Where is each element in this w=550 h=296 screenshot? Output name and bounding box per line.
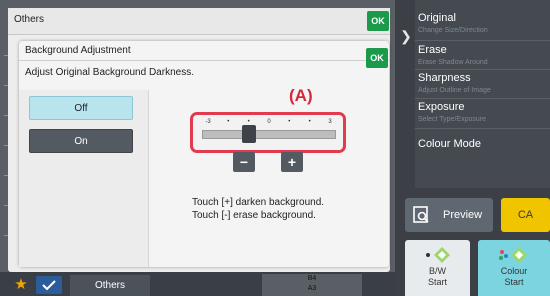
menu-item-subtitle: Adjust Outline of Image [418,87,491,94]
preview-button[interactable]: Preview [405,198,493,232]
dialog-description: Adjust Original Background Darkness. [25,67,194,78]
bw-start-button[interactable]: B/W Start [405,240,470,296]
bw-start-icon [426,247,450,263]
colour-start-button[interactable]: Colour Start [478,240,550,296]
menu-item-original[interactable]: Original Change Size/Direction [418,12,548,35]
clear-all-button[interactable]: CA [501,198,550,232]
menu-item-subtitle: Change Size/Direction [418,27,488,34]
menu-item-title: Exposure [418,101,465,113]
paper-size-1: B4 [307,275,317,282]
menu-item-subtitle: Erase Shadow Around [418,59,488,66]
others-tab[interactable]: Others [70,275,150,296]
menu-item-title: Sharpness [418,72,471,84]
menu-item-erase[interactable]: Erase Erase Shadow Around [418,44,548,67]
menu-divider [415,98,550,99]
hint-darken: Touch [+] darken background. [192,197,325,208]
menu-divider [415,40,550,41]
colour-start-label-line2: Start [504,277,524,287]
bw-start-label-line2: Start [427,277,447,287]
menu-divider [415,128,550,129]
preview-label: Preview [443,209,483,221]
others-ok-button[interactable]: OK [367,11,389,31]
callout-label: (A) [289,86,313,105]
slider-tick: • [227,119,230,125]
menu-divider [415,69,550,70]
slider-track[interactable] [202,130,336,139]
slider-tick: 3 [328,119,332,125]
menu-item-colour-mode[interactable]: Colour Mode [418,138,548,151]
star-icon[interactable]: ★ [10,276,32,294]
preview-icon [411,204,433,226]
slider-tick: • [288,119,291,125]
minus-button[interactable]: − [233,152,255,172]
paper-size-indicator: B4 A3 [262,274,362,296]
slider-knob[interactable] [241,125,256,143]
hint-erase: Touch [-] erase background. [192,210,316,221]
menu-item-subtitle: Select Type/Exposure [418,116,486,123]
on-option-button[interactable]: On [29,129,133,153]
background-adjustment-ok-button[interactable]: OK [366,48,388,68]
others-dialog-header [8,8,390,35]
darkness-slider[interactable]: -3 • • 0 • • 3 [190,112,346,153]
paper-size-2: A3 [307,285,317,292]
slider-tick: • [308,119,311,125]
checkmark-icon [42,280,56,291]
menu-item-title: Original [418,12,456,24]
menu-item-sharpness[interactable]: Sharpness Adjust Outline of Image [418,72,548,95]
bw-start-label-line1: B/W [429,266,446,276]
others-dialog-title: Others [14,14,45,25]
plus-button[interactable]: + [281,152,303,172]
colour-start-icon [499,247,527,263]
off-option-button[interactable]: Off [29,96,133,120]
colour-start-label-line1: Colour [500,266,528,276]
menu-item-title: Colour Mode [418,138,481,150]
checkmark-button[interactable] [36,276,62,294]
slider-tick: -3 [205,119,211,125]
chevron-right-icon[interactable]: ❯ [398,28,414,44]
menu-item-exposure[interactable]: Exposure Select Type/Exposure [418,101,548,124]
background-adjustment-title: Background Adjustment [25,45,131,56]
menu-item-title: Erase [418,44,447,56]
slider-tick: 0 [267,119,271,125]
